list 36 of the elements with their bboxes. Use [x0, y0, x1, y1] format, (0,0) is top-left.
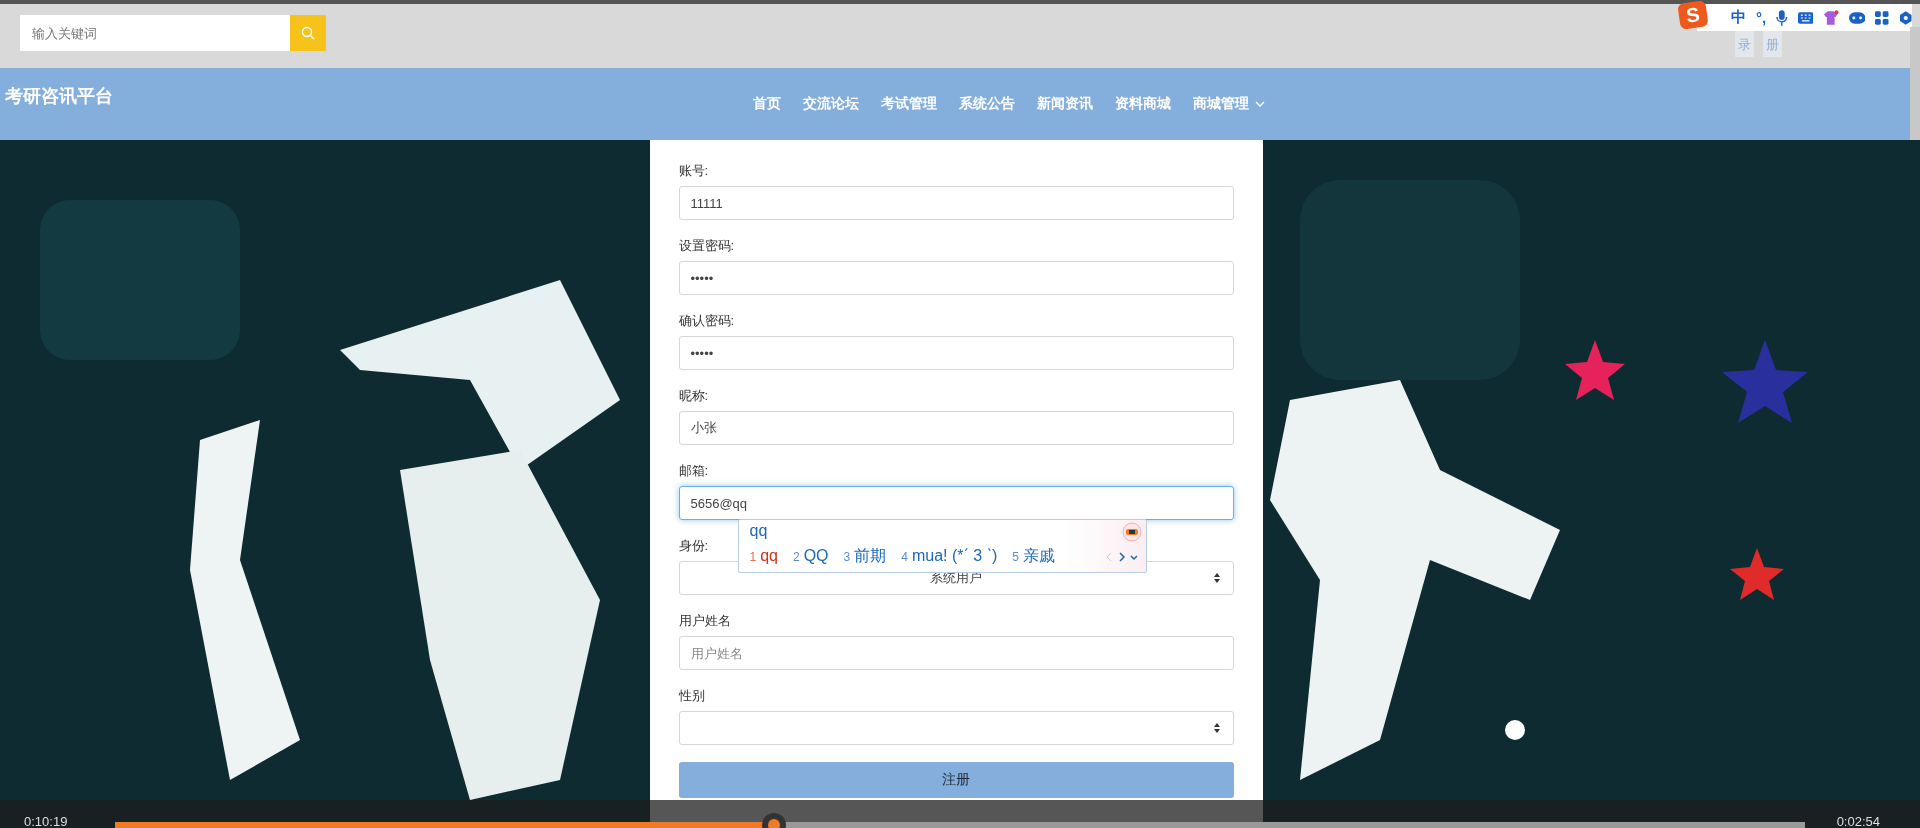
site-title: 考研咨讯平台 — [5, 85, 113, 108]
field-label: 确认密码: — [678, 312, 735, 330]
input-field[interactable]: 小张 — [678, 411, 1234, 445]
settings-icon[interactable] — [1898, 9, 1912, 26]
grid-icon[interactable] — [1875, 10, 1889, 25]
ime-punctuation[interactable]: °, — [1756, 9, 1767, 26]
keyboard-icon[interactable] — [1797, 11, 1814, 24]
input-field[interactable]: 5656@qq — [678, 486, 1234, 520]
remaining-time: 0:02:54 — [1836, 814, 1880, 828]
search-field[interactable]: 输入关键词 — [20, 15, 290, 51]
caret-icon — [1255, 101, 1265, 107]
input-field[interactable]: ••••• — [678, 261, 1234, 295]
ime-composition: qq — [749, 522, 768, 540]
input-field[interactable]: ••••• — [678, 336, 1234, 370]
field-label: 账号: — [678, 162, 709, 180]
input-field[interactable]: 用户姓名 — [678, 636, 1234, 670]
updown-icon — [1212, 722, 1221, 734]
ime-logo[interactable]: S — [1677, 0, 1709, 30]
elapsed-time: 0:10:19 — [24, 814, 68, 828]
field-label: 性别 — [678, 687, 705, 705]
microphone-icon[interactable] — [1776, 9, 1788, 26]
field-label: 设置密码: — [678, 237, 735, 255]
field-label: 邮箱: — [678, 462, 709, 480]
progress-track[interactable] — [115, 822, 1805, 828]
input-field[interactable]: 11111 — [678, 186, 1234, 220]
ime-mode[interactable]: 中 — [1731, 8, 1746, 27]
field-label: 用户姓名 — [678, 612, 731, 630]
field-label: 昵称: — [678, 387, 709, 405]
register-button[interactable]: 注册 — [678, 762, 1234, 798]
gamepad-icon[interactable] — [1848, 11, 1865, 24]
updown-icon — [1212, 572, 1221, 584]
shirt-icon[interactable] — [1823, 9, 1839, 26]
scrollbar[interactable] — [1910, 27, 1920, 68]
field-label: 身份: — [678, 537, 709, 555]
select-field[interactable] — [678, 711, 1234, 745]
search-icon — [301, 26, 315, 40]
